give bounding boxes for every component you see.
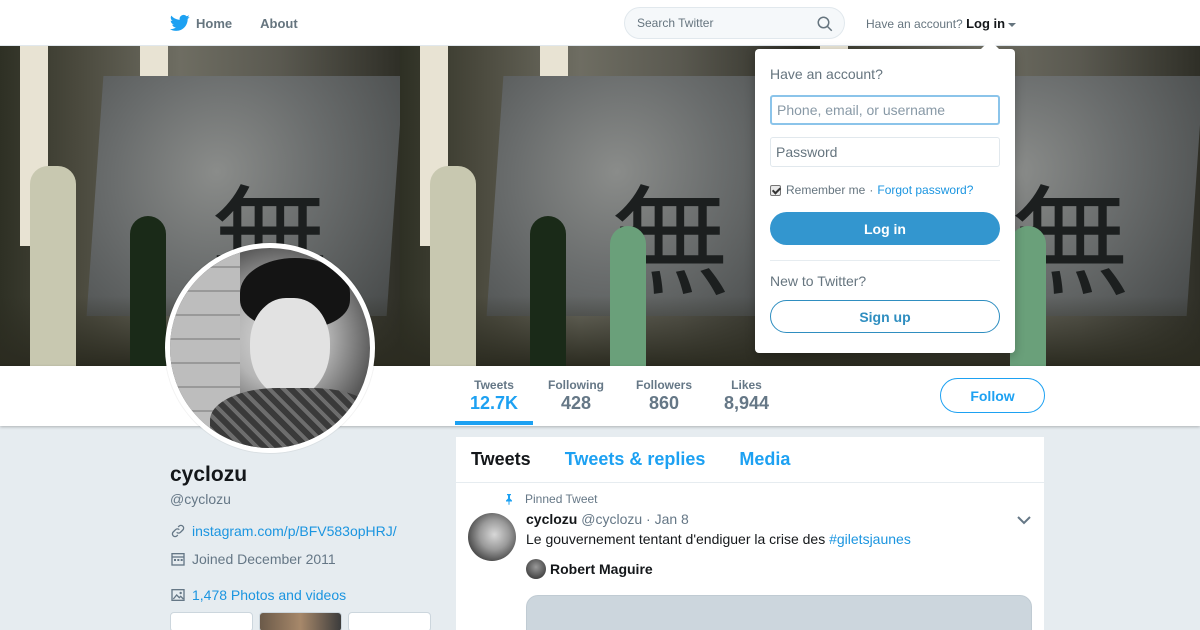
pinned-tweet-label: Pinned Tweet: [503, 492, 598, 506]
nav-home[interactable]: Home: [170, 13, 232, 33]
profile-avatar[interactable]: [165, 243, 375, 453]
stat-label: Followers: [636, 378, 693, 392]
login-dropdown: Have an account? Phone, email, or userna…: [755, 40, 1015, 353]
remember-row: Remember me · Forgot password?: [770, 183, 973, 197]
twitter-bird-icon: [170, 14, 190, 31]
active-stat-underline: [455, 421, 533, 425]
banner-bottle: [430, 166, 476, 366]
follow-button[interactable]: Follow: [940, 378, 1045, 413]
banner-bottle: [1010, 226, 1046, 366]
remember-separator: ·: [869, 183, 874, 197]
tweet-author-handle[interactable]: @cyclozu: [581, 511, 642, 527]
timeline: Tweets Tweets & replies Media Pinned Twe…: [456, 437, 1044, 630]
search-input[interactable]: Search Twitter: [637, 16, 713, 30]
pin-icon: [506, 494, 512, 505]
nav-about[interactable]: About: [260, 16, 298, 31]
stat-followers[interactable]: Followers 860: [636, 378, 692, 414]
search-box[interactable]: Search Twitter: [624, 7, 845, 39]
stat-tweets[interactable]: Tweets 12.7K: [470, 378, 518, 414]
tweet-date[interactable]: · Jan 8: [646, 511, 689, 527]
tweet-header: cyclozu @cyclozu · Jan 8: [526, 511, 689, 527]
login-button[interactable]: Log in: [770, 212, 1000, 245]
tab-tweets[interactable]: Tweets: [471, 449, 531, 470]
tweet-media-card[interactable]: [526, 595, 1032, 630]
profile-handle[interactable]: @cyclozu: [170, 491, 231, 507]
profile-name[interactable]: cyclozu: [170, 463, 247, 487]
banner-panel: 無: [400, 46, 800, 366]
forgot-password-link[interactable]: Forgot password?: [877, 183, 973, 197]
remember-label[interactable]: Remember me: [786, 183, 865, 197]
quoted-author-avatar: [526, 559, 546, 579]
username-placeholder: Phone, email, or username: [777, 102, 946, 118]
stat-label: Tweets: [474, 378, 514, 392]
tweet-text-body: Le gouvernement tentant d'endiguer la cr…: [526, 531, 830, 547]
tab-tweets-replies[interactable]: Tweets & replies: [565, 449, 706, 470]
photos-row: 1,478 Photos and videos: [170, 587, 346, 603]
caret-down-icon: [1008, 22, 1017, 27]
new-to-twitter-text: New to Twitter?: [770, 273, 867, 289]
signup-button[interactable]: Sign up: [770, 300, 1000, 333]
photo-thumbnail[interactable]: [348, 612, 431, 630]
stat-value: 428: [560, 393, 592, 413]
photos-link[interactable]: 1,478 Photos and videos: [192, 587, 346, 603]
tweet-text: Le gouvernement tentant d'endiguer la cr…: [526, 531, 911, 547]
pinned-text: Pinned Tweet: [525, 492, 598, 506]
stat-following[interactable]: Following 428: [548, 378, 604, 414]
joined-row: Joined December 2011: [170, 551, 336, 567]
stat-value: 8,944: [724, 393, 770, 413]
dropdown-divider: [770, 260, 1000, 261]
profile-url-row: instagram.com/p/BFV583opHRJ/: [170, 523, 397, 539]
stat-label: Likes: [731, 378, 762, 392]
banner-bottle: [30, 166, 76, 366]
photo-thumbnails: [170, 612, 431, 630]
password-placeholder: Password: [776, 144, 838, 160]
tweet-author-name[interactable]: cyclozu: [526, 511, 577, 527]
login-link[interactable]: Log in: [966, 16, 1005, 31]
photo-thumbnail[interactable]: [259, 612, 342, 630]
remember-checkbox[interactable]: [770, 184, 781, 196]
photo-thumbnail[interactable]: [170, 612, 253, 630]
banner-bottle: [610, 226, 646, 366]
calendar-icon: [171, 553, 185, 566]
banner-bottle: [530, 216, 566, 366]
banner-bottle: [130, 216, 166, 366]
search-icon[interactable]: [816, 15, 834, 33]
dropdown-title: Have an account?: [770, 66, 883, 82]
top-navigation-bar: Home About Search Twitter Have an accoun…: [0, 0, 1200, 46]
avatar-face: [250, 298, 330, 398]
have-account-text: Have an account?: [866, 17, 963, 31]
timeline-tabs: Tweets Tweets & replies Media: [456, 437, 1044, 483]
login-toggle[interactable]: Have an account? Log in: [866, 16, 1017, 31]
chevron-down-icon[interactable]: [1017, 515, 1031, 525]
nav-left: Home About: [170, 0, 326, 46]
avatar-kimono: [210, 388, 370, 448]
nav-home-label: Home: [196, 15, 233, 31]
tweet-avatar[interactable]: [468, 513, 516, 561]
stat-value: 860: [648, 393, 680, 413]
image-icon: [171, 589, 185, 601]
password-field[interactable]: Password: [770, 137, 1000, 167]
stat-value: 12.7K: [470, 393, 519, 413]
nav-about-label: About: [260, 15, 298, 31]
stat-likes[interactable]: Likes 8,944: [724, 378, 769, 414]
quoted-author-name: Robert Maguire: [550, 561, 653, 577]
profile-url-link[interactable]: instagram.com/p/BFV583opHRJ/: [192, 523, 397, 539]
tab-media[interactable]: Media: [739, 449, 790, 470]
joined-date: Joined December 2011: [192, 551, 336, 567]
quoted-author[interactable]: Robert Maguire: [526, 559, 653, 579]
tweet-hashtag-link[interactable]: #giletsjaunes: [829, 531, 911, 547]
link-icon: [171, 524, 185, 538]
stat-label: Following: [548, 378, 604, 392]
username-field[interactable]: Phone, email, or username: [770, 95, 1000, 125]
